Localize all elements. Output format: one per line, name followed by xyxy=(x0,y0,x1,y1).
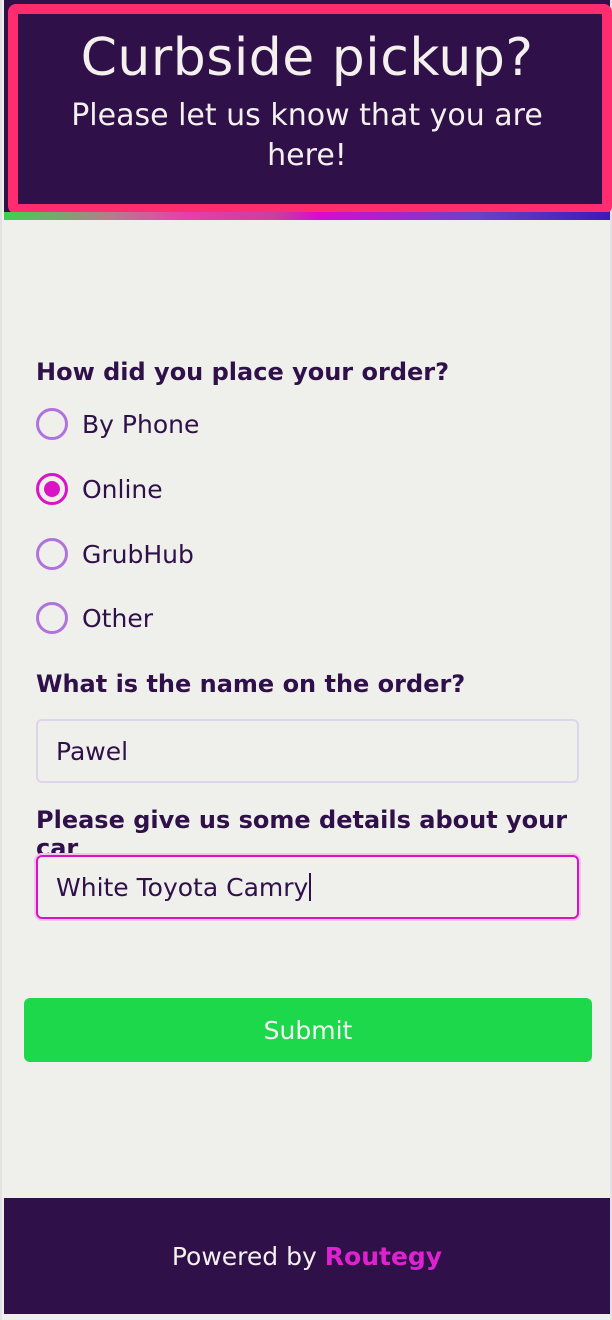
radio-option-other[interactable]: Other xyxy=(36,600,536,636)
page: Curbside pickup? Please let us know that… xyxy=(0,0,612,1320)
name-input[interactable]: Pawel xyxy=(36,719,579,783)
radio-option-online[interactable]: Online xyxy=(36,471,536,507)
radio-label: Other xyxy=(82,603,153,633)
radio-label: By Phone xyxy=(82,409,200,439)
order-method-question: How did you place your order? xyxy=(36,358,450,386)
footer-powered-by: Powered by xyxy=(171,1241,317,1271)
radio-option-grubhub[interactable]: GrubHub xyxy=(36,536,536,572)
footer: Powered by Routegy xyxy=(4,1198,610,1314)
car-details-input[interactable]: White Toyota Camry xyxy=(36,855,579,919)
routegy-brand-link[interactable]: Routegy xyxy=(325,1242,442,1271)
page-title: Curbside pickup? xyxy=(80,28,534,88)
name-question: What is the name on the order? xyxy=(36,670,466,698)
radio-label: Online xyxy=(82,474,163,504)
radio-label: GrubHub xyxy=(82,539,194,569)
radio-button-checked[interactable] xyxy=(36,473,68,505)
submit-button[interactable]: Submit xyxy=(24,998,592,1062)
radio-button[interactable] xyxy=(36,408,68,440)
car-details-input-value: White Toyota Camry xyxy=(56,872,309,902)
rainbow-divider xyxy=(4,212,610,220)
radio-button[interactable] xyxy=(36,602,68,634)
car-details-question: Please give us some details about your c… xyxy=(36,806,568,862)
text-caret xyxy=(309,873,312,901)
radio-option-by-phone[interactable]: By Phone xyxy=(36,406,536,442)
page-subtitle: Please let us know that you are here! xyxy=(71,98,543,173)
name-input-value: Pawel xyxy=(56,736,129,766)
radio-button[interactable] xyxy=(36,538,68,570)
header: Curbside pickup? Please let us know that… xyxy=(4,0,612,214)
checkin-form: How did you place your order? By Phone O… xyxy=(2,220,612,1198)
